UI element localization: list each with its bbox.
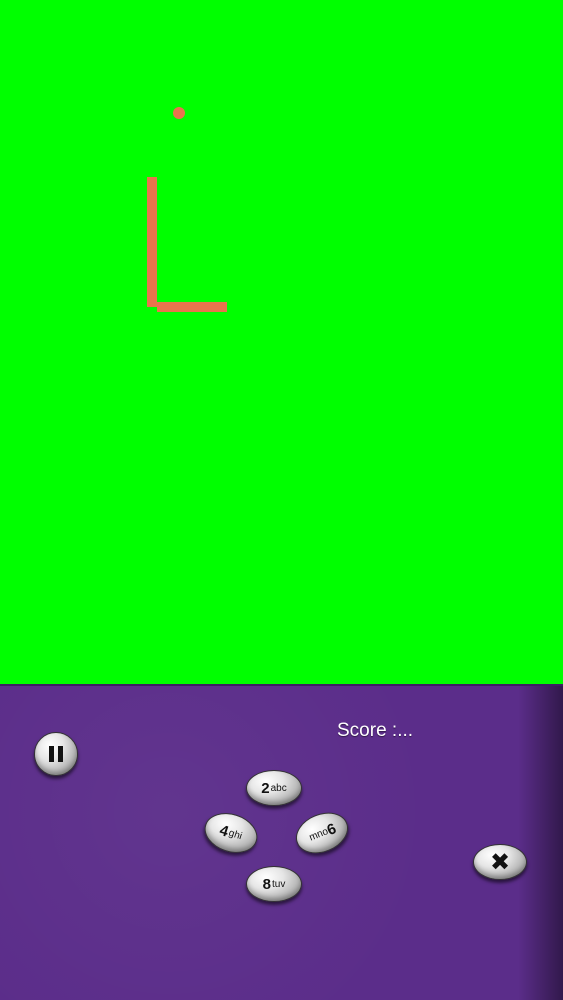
snake-segment <box>147 287 157 297</box>
snake-segment <box>207 302 217 312</box>
snake-segment <box>147 277 157 287</box>
snake-segment <box>147 227 157 237</box>
control-panel: Score :... 2 abc 4 ghi mno 6 8 tuv ✖ <box>0 684 563 1000</box>
snake-segment <box>147 257 157 267</box>
snake-segment <box>197 302 207 312</box>
snake-segment <box>147 297 157 307</box>
food-pellet <box>173 107 185 119</box>
snake-segment <box>147 217 157 227</box>
snake-segment <box>167 302 177 312</box>
snake-segment <box>177 302 187 312</box>
snake-segment <box>157 302 167 312</box>
snake-segment <box>147 197 157 207</box>
key-number: 8 <box>262 875 271 893</box>
snake-segment <box>187 302 197 312</box>
down-key-8[interactable]: 8 tuv <box>246 866 302 902</box>
pause-button[interactable] <box>34 732 78 776</box>
left-key-4[interactable]: 4 ghi <box>199 806 263 860</box>
right-key-6[interactable]: mno 6 <box>289 805 355 861</box>
key-letters: tuv <box>272 878 286 890</box>
close-icon: ✖ <box>489 848 511 876</box>
pause-icon <box>47 746 65 762</box>
snake-segment <box>147 207 157 217</box>
close-button[interactable]: ✖ <box>473 844 527 880</box>
key-letters: ghi <box>227 827 244 842</box>
snake-segment <box>147 177 157 187</box>
key-letters: abc <box>270 782 287 794</box>
snake-segment <box>217 302 227 312</box>
snake-segment <box>147 247 157 257</box>
snake-segment <box>147 187 157 197</box>
up-key-2[interactable]: 2 abc <box>246 770 302 806</box>
key-number: 2 <box>261 779 270 797</box>
snake-segment <box>147 267 157 277</box>
game-board <box>0 0 563 684</box>
score-label: Score :... <box>337 720 414 741</box>
snake-segment <box>147 237 157 247</box>
